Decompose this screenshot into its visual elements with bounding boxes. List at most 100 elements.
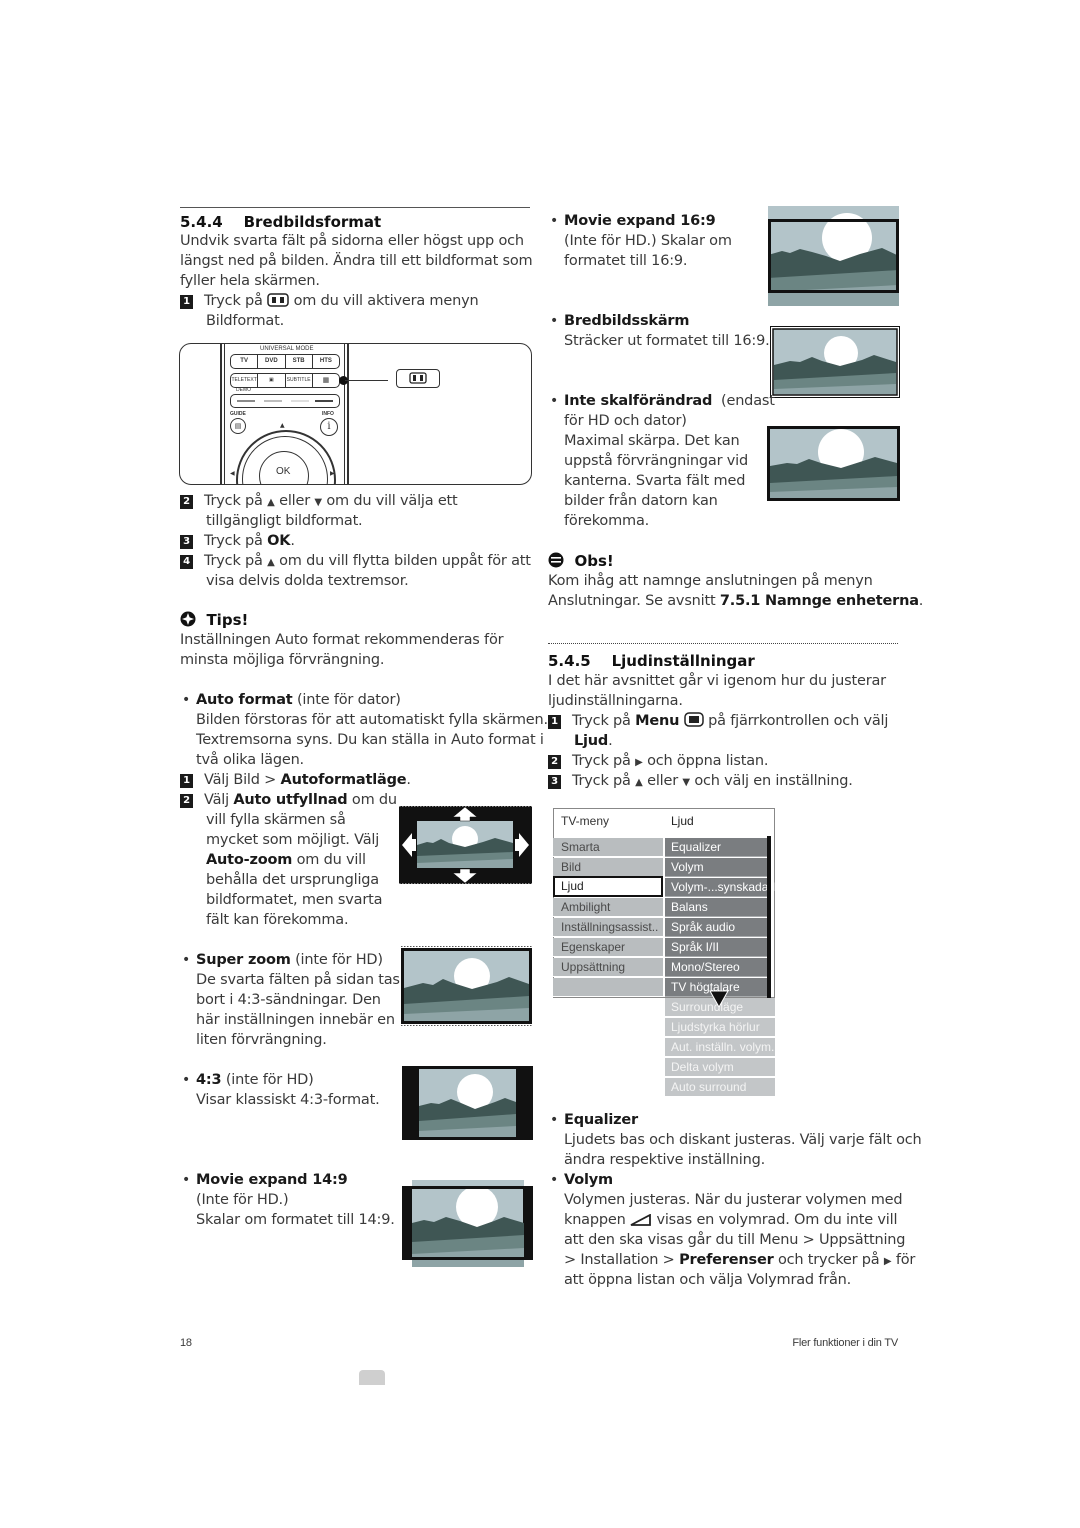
step-number: 1 [180, 774, 193, 788]
step-text: om du vill välja ett [326, 493, 458, 509]
obs-line: Anslutningar. Se avsnitt 7.5.1 Namnge en… [548, 591, 923, 611]
demo-label: DEMO [236, 387, 251, 393]
step-continuation: visa delvis dolda textremsor. [206, 573, 409, 589]
description-line: här inställningen innebär en [196, 1012, 395, 1028]
note-icon [548, 552, 564, 570]
widescreen-title: Bredbildsskärm [564, 311, 689, 331]
obs-heading: Obs! [548, 552, 614, 570]
step-text: Välj [204, 792, 229, 808]
step-number: 1 [548, 715, 561, 729]
description-line: för HD och dator) [564, 413, 687, 429]
teletext-button: TELETEXT [231, 374, 259, 387]
stb-mode-button: STB [286, 355, 313, 368]
description-line: förekomma. [564, 513, 650, 529]
obs-text: . [918, 593, 924, 609]
menu-left-item: Inställningsassist.. [553, 918, 663, 937]
option-note: (inte för HD) [295, 952, 383, 968]
option-name: 4:3 [196, 1072, 222, 1088]
description-line: Visar klassiskt 4:3-format. [196, 1092, 380, 1108]
step-text: Tryck på [572, 713, 631, 729]
menu-item-name: Ljud [574, 733, 609, 749]
step-text: Tryck på [572, 753, 631, 769]
bullet: • [550, 1172, 559, 1188]
guide-book-icon: ▤ [230, 418, 246, 434]
option-name: Auto utfyllnad [233, 792, 348, 808]
step-continuation: Ljud. [574, 731, 613, 751]
intro-line: Undvik svarta fält på sidorna eller högs… [180, 233, 524, 249]
menu-left-item [553, 978, 663, 997]
step-number: 2 [180, 495, 193, 509]
menu-right-item: Volym [665, 858, 767, 877]
description-line: att öppna listan och välja Volymrad från… [564, 1272, 852, 1288]
description-line: Sträcker ut formatet till 16:9. [564, 333, 770, 349]
description-line: Skalar om formatet till 14:9. [196, 1212, 395, 1228]
menu-button-icon [683, 712, 704, 733]
menu-right-item-hidden: Auto surround [665, 1078, 775, 1097]
step-number: 3 [548, 775, 561, 789]
bullet: • [550, 1112, 559, 1128]
universal-mode-label: UNIVERSAL MODE [260, 346, 314, 352]
format-button-icon [409, 372, 427, 384]
format-button-callout [396, 369, 440, 388]
remote-control-illustration: UNIVERSAL MODE TV DVD STB HTS TELETEXT ▣… [179, 343, 532, 485]
tips-title: Tips! [206, 611, 249, 629]
unscaled-title: Inte skalförändrad (endast [564, 391, 775, 411]
description-text: knappen [564, 1212, 626, 1228]
menu-left-item: Smarta inställningar [553, 838, 663, 873]
description-line: > Installation > Preferenser och trycker… [564, 1250, 915, 1272]
menu-right-item: Språk audio [665, 918, 767, 937]
red-button [237, 400, 255, 402]
sound-step-3: 3 Tryck på ▲ eller ▼ och välj en inställn… [548, 771, 853, 793]
step-text: om du vill flytta bilden uppåt för att [279, 553, 531, 569]
menu-left-item: Uppsättning [553, 958, 663, 977]
step-number: 4 [180, 555, 193, 569]
dvd-mode-button: DVD [258, 355, 286, 368]
section-divider [180, 207, 530, 208]
four-three-title: 4:3 (inte för HD) [196, 1070, 314, 1090]
super-zoom-illustration [401, 946, 532, 1030]
step-text: . [608, 733, 613, 749]
section-number: 5.4.4 [180, 213, 223, 231]
description-line: Auto-zoom om du vill [206, 850, 366, 870]
ok-label: OK [276, 466, 291, 477]
obs-text: Anslutningar. Se avsnitt [548, 593, 716, 609]
tv-mode-button: TV [231, 355, 259, 368]
step-1: 1 Tryck på om du vill aktivera menyn [180, 291, 479, 313]
bullet: • [182, 692, 191, 708]
description-line: vill fylla skärmen så [206, 812, 346, 828]
movie149-illustration [402, 1180, 533, 1271]
description-line: (Inte för HD.) [196, 1192, 289, 1208]
section-heading-545: 5.4.5 Ljudinställningar [548, 652, 755, 670]
description-line: ändra respektive inställning. [564, 1152, 766, 1168]
obs-line: Kom ihåg att namnge anslutningen på meny… [548, 573, 873, 589]
volume-icon [630, 1212, 652, 1232]
step-3: 3 Tryck på OK. [180, 531, 295, 551]
movie149-title: Movie expand 14:9 [196, 1170, 348, 1190]
bullet: • [550, 213, 559, 229]
teletext-buttons: TELETEXT ▣ SUBTITLE ▦ [230, 373, 340, 388]
equalizer-title: Equalizer [564, 1110, 638, 1130]
menu-right-item-hidden: Ljudstyrka hörlur [665, 1018, 775, 1037]
bullet: • [182, 1172, 191, 1188]
page-tab-marker [359, 1370, 385, 1385]
step-text: om du [351, 792, 397, 808]
step-text: . [406, 772, 411, 788]
option-name: Inte skalförändrad [564, 393, 713, 409]
menu-right-item: Volym-...synskadad [665, 878, 775, 897]
right-arrow-icon: ▶ [635, 757, 643, 768]
option-name: Auto format [196, 692, 293, 708]
step-text: på fjärrkontrollen och välj [708, 713, 889, 729]
down-arrow-icon: ▼ [314, 497, 322, 508]
page-number: 18 [180, 1337, 192, 1349]
option-name: Movie expand 14:9 [196, 1172, 348, 1188]
auto-format-title: Auto format (inte för dator) [196, 690, 401, 710]
description-line: De svarta fälten på sidan tas [196, 972, 400, 988]
option-name: Volym [564, 1172, 613, 1188]
movie169-illustration [768, 206, 899, 310]
step-text: om du vill [296, 852, 366, 868]
unscaled-illustration [767, 426, 900, 505]
auto-step-2: 2 Välj Auto utfyllnad om du [180, 790, 397, 810]
menu-header-right: Ljud [671, 814, 694, 828]
bullet: • [182, 952, 191, 968]
info-label: INFO [322, 411, 334, 417]
